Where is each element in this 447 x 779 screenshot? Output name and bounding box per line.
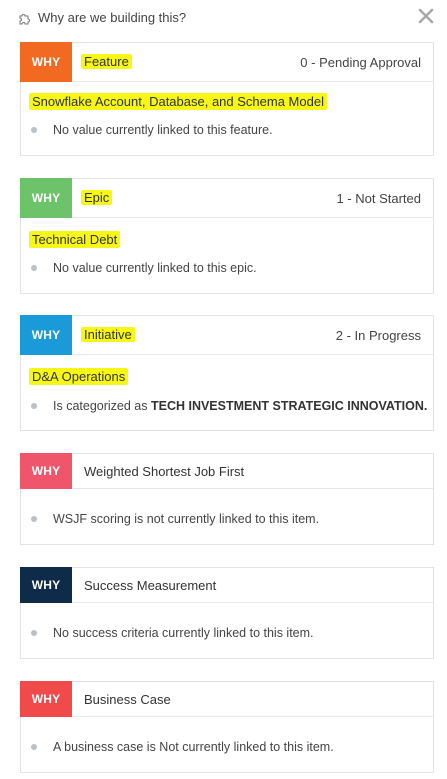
why-card-success: WHY Success Measurement No success crite…: [20, 567, 434, 659]
why-card-epic: WHY Epic 1 - Not Started Technical Debt …: [20, 178, 434, 294]
item-name[interactable]: Technical Debt: [29, 231, 121, 248]
bullet-icon: [31, 127, 37, 133]
item-type-label: Weighted Shortest Job First: [84, 464, 245, 479]
why-card-wsjf: WHY Weighted Shortest Job First WSJF sco…: [20, 453, 434, 545]
value-line: No success criteria currently linked to …: [31, 626, 314, 640]
status-text: 0 - Pending Approval: [300, 55, 421, 70]
why-badge: WHY: [20, 178, 72, 218]
item-type-label: Feature: [81, 54, 132, 69]
item-type-label: Initiative: [81, 327, 135, 342]
item-type-label: Business Case: [84, 692, 171, 707]
why-card-feature: WHY Feature 0 - Pending Approval Snowfla…: [20, 42, 434, 156]
panel-header: Why are we building this?: [0, 0, 447, 36]
why-badge: WHY: [20, 42, 72, 82]
item-name[interactable]: D&A Operations: [29, 368, 129, 385]
item-name[interactable]: Snowflake Account, Database, and Schema …: [29, 93, 327, 110]
value-text: No value currently linked to this featur…: [53, 123, 273, 137]
puzzle-icon: [19, 14, 30, 25]
value-line: Is categorized as TECH INVESTMENT STRATE…: [31, 399, 427, 413]
value-text: A business case is Not currently linked …: [53, 740, 334, 754]
card-header: WHY Weighted Shortest Job First: [20, 453, 433, 489]
why-card-business-case: WHY Business Case A business case is Not…: [20, 681, 434, 773]
card-header: WHY Epic 1 - Not Started: [20, 178, 433, 218]
value-text: No success criteria currently linked to …: [53, 626, 314, 640]
why-badge: WHY: [20, 453, 72, 489]
why-badge: WHY: [20, 315, 72, 355]
value-text: No value currently linked to this epic.: [53, 261, 257, 275]
value-line: A business case is Not currently linked …: [31, 740, 334, 754]
close-icon[interactable]: [416, 6, 436, 26]
card-header: WHY Business Case: [20, 681, 433, 717]
why-card-initiative: WHY Initiative 2 - In Progress D&A Opera…: [20, 315, 434, 431]
why-badge: WHY: [20, 567, 72, 603]
card-header: WHY Feature 0 - Pending Approval: [20, 42, 433, 82]
status-text: 1 - Not Started: [336, 191, 421, 206]
item-type-label: Epic: [81, 190, 113, 205]
why-badge: WHY: [20, 681, 72, 717]
card-header: WHY Success Measurement: [20, 567, 433, 603]
bullet-icon: [31, 516, 37, 522]
value-line: WSJF scoring is not currently linked to …: [31, 512, 319, 526]
bullet-icon: [31, 744, 37, 750]
item-type-label: Success Measurement: [84, 578, 217, 593]
bullet-icon: [31, 265, 37, 271]
status-text: 2 - In Progress: [335, 328, 421, 343]
value-line: No value currently linked to this featur…: [31, 123, 273, 137]
panel-title: Why are we building this?: [38, 10, 187, 25]
bullet-icon: [31, 403, 37, 409]
bullet-icon: [31, 630, 37, 636]
value-text: Is categorized as: [53, 399, 151, 413]
value-line: No value currently linked to this epic.: [31, 261, 257, 275]
value-text: WSJF scoring is not currently linked to …: [53, 512, 320, 526]
category-value: TECH INVESTMENT STRATEGIC INNOVATION.: [150, 399, 428, 413]
card-header: WHY Initiative 2 - In Progress: [20, 315, 433, 355]
